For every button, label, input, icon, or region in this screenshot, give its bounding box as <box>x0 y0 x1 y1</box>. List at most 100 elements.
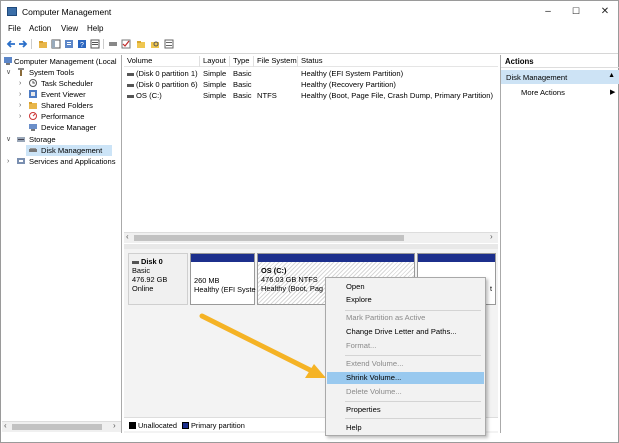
partition-efi[interactable]: 260 MB Healthy (EFI Syste <box>190 253 256 305</box>
forward-icon[interactable] <box>18 39 28 49</box>
legend-primary-partition: Primary partition <box>191 421 245 430</box>
tree-label: Disk Management <box>41 146 103 155</box>
volume-name: (Disk 0 partition 1) <box>136 69 198 78</box>
legend-unallocated: Unallocated <box>138 421 178 430</box>
expand-chevron-icon[interactable]: › <box>19 78 21 89</box>
tree-horizontal-scrollbar[interactable]: ‹ › <box>2 421 121 432</box>
title-bar: Computer Management – ☐ ✕ <box>1 1 618 23</box>
column-file-system[interactable]: File System <box>254 56 298 67</box>
scroll-left-icon[interactable]: ‹ <box>4 421 7 430</box>
expand-chevron-icon[interactable]: › <box>19 100 21 111</box>
disk-info-box[interactable]: Disk 0 Basic 476.92 GB Online <box>128 253 188 305</box>
partition-status: Healthy (EFI Syste <box>194 285 256 294</box>
help-icon[interactable]: ? <box>77 39 87 49</box>
drive-icon <box>127 72 134 76</box>
volume-row[interactable]: (Disk 0 partition 1) Simple Basic Health… <box>124 68 498 79</box>
scroll-left-icon[interactable]: ‹ <box>126 232 129 241</box>
view-icon[interactable] <box>90 39 100 49</box>
partition-status: Healthy (Boot, Pag <box>261 284 324 293</box>
actions-section-disk-management[interactable]: Disk Management ▲ <box>501 70 619 84</box>
menu-bar: File Action View Help <box>1 23 618 36</box>
column-status[interactable]: Status <box>298 56 498 67</box>
primary-partition-bar <box>191 254 254 262</box>
menu-item-delete-volume: Delete Volume... <box>346 387 402 396</box>
new-folder-icon[interactable] <box>136 39 146 49</box>
svg-text:?: ? <box>80 42 84 49</box>
event-viewer-icon <box>29 90 37 98</box>
tree-label: Computer Management (Local <box>14 57 117 66</box>
scroll-right-icon[interactable]: › <box>490 232 493 241</box>
primary-partition-swatch <box>182 422 189 429</box>
menu-item-format: Format... <box>346 341 377 350</box>
device-manager-icon <box>29 124 37 131</box>
menu-item-shrink-volume[interactable]: Shrink Volume... <box>327 372 484 384</box>
menu-item-properties[interactable]: Properties <box>327 404 484 416</box>
menu-item-change-drive-letter[interactable]: Change Drive Letter and Paths... <box>327 326 484 338</box>
console-tree: Computer Management (Local ∨ System Tool… <box>2 55 122 433</box>
menu-view[interactable]: View <box>61 24 78 33</box>
disk-management-icon <box>29 148 37 152</box>
tree-label: Task Scheduler <box>41 79 93 88</box>
volume-layout: Simple <box>203 69 227 78</box>
scroll-right-icon[interactable]: › <box>113 421 116 430</box>
primary-partition-bar <box>258 254 414 262</box>
minimize-button[interactable]: – <box>541 5 555 18</box>
menu-separator <box>345 401 481 402</box>
volume-name: OS (C:) <box>136 91 162 100</box>
expand-chevron-icon[interactable]: › <box>19 89 21 100</box>
tree-label: Storage <box>29 135 56 144</box>
up-folder-icon[interactable] <box>38 39 48 49</box>
list-view-icon[interactable] <box>164 39 174 49</box>
expand-chevron-icon[interactable]: › <box>19 111 21 122</box>
partition-context-menu: Open Explore Mark Partition as Active Ch… <box>325 277 486 436</box>
volume-type: Basic <box>233 69 252 78</box>
scrollbar-thumb[interactable] <box>134 235 404 241</box>
close-button[interactable]: ✕ <box>598 5 612 18</box>
disk-icon <box>132 260 139 264</box>
menu-action[interactable]: Action <box>29 24 51 33</box>
menu-item-open[interactable]: Open <box>327 281 484 293</box>
back-icon[interactable] <box>6 39 16 49</box>
partition-size: 476.03 GB NTFS <box>261 275 318 284</box>
menu-item-help[interactable]: Help <box>327 422 484 434</box>
scrollbar-thumb[interactable] <box>12 424 102 430</box>
column-layout[interactable]: Layout <box>200 56 230 67</box>
collapse-chevron-icon[interactable]: ∨ <box>6 134 11 145</box>
drive-icon <box>127 83 134 87</box>
collapse-chevron-icon[interactable]: ∨ <box>6 67 11 78</box>
actions-pane: Actions Disk Management ▲ More Actions ▶ <box>500 55 619 433</box>
toolbar: ? <box>1 36 618 54</box>
expand-chevron-icon[interactable]: › <box>7 156 9 167</box>
tree-item-disk-management[interactable]: Disk Management <box>26 145 112 156</box>
more-actions-item[interactable]: More Actions <box>521 88 565 97</box>
connect-icon[interactable] <box>108 39 118 49</box>
volume-file-system: NTFS <box>257 91 277 100</box>
properties-icon[interactable] <box>64 39 74 49</box>
volume-row[interactable]: (Disk 0 partition 6) Simple Basic Health… <box>124 79 498 90</box>
actions-section-label: Disk Management <box>506 73 568 82</box>
disk-name: Disk 0 <box>141 257 163 266</box>
partition-size: 260 MB <box>194 276 220 285</box>
volume-status: Healthy (Recovery Partition) <box>301 80 396 89</box>
volume-row[interactable]: OS (C:) Simple Basic NTFS Healthy (Boot,… <box>124 90 498 101</box>
column-type[interactable]: Type <box>230 56 254 67</box>
menu-item-mark-active: Mark Partition as Active <box>346 313 426 322</box>
volume-status: Healthy (EFI System Partition) <box>301 69 404 78</box>
show-hide-tree-icon[interactable] <box>51 39 61 49</box>
menu-file[interactable]: File <box>8 24 21 33</box>
computer-management-window: Computer Management – ☐ ✕ File Action Vi… <box>0 0 619 443</box>
window-title: Computer Management <box>22 7 112 17</box>
actions-header: Actions <box>501 55 619 68</box>
menu-item-explore[interactable]: Explore <box>327 294 484 306</box>
more-actions-label: More Actions <box>521 88 565 97</box>
menu-separator <box>345 418 481 419</box>
volume-name: (Disk 0 partition 6) <box>136 80 198 89</box>
volume-list-horizontal-scrollbar[interactable]: ‹ › <box>124 232 498 243</box>
column-volume[interactable]: Volume <box>124 56 200 67</box>
submenu-arrow-icon[interactable]: ▶ <box>610 88 615 96</box>
collapse-triangle-icon[interactable]: ▲ <box>608 72 615 79</box>
menu-help[interactable]: Help <box>87 24 103 33</box>
maximize-button[interactable]: ☐ <box>569 5 583 18</box>
check-icon[interactable] <box>121 39 131 49</box>
search-folder-icon[interactable] <box>150 39 160 49</box>
